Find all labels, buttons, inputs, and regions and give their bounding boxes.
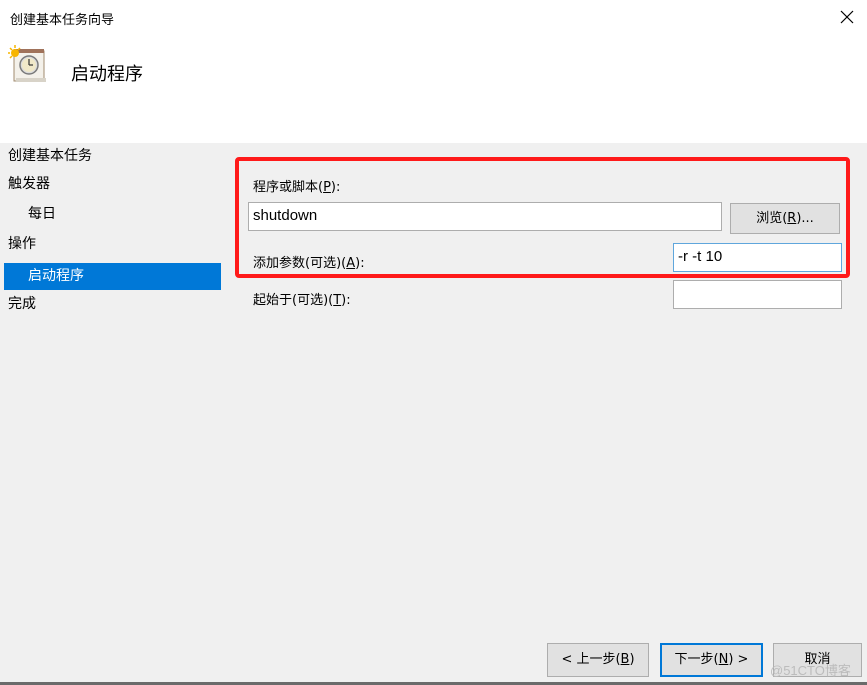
sidebar-item-daily[interactable]: 每日 [4,201,221,228]
arguments-label: 添加参数(可选)(A): [253,256,365,271]
program-script-input[interactable]: shutdown [248,202,722,231]
sidebar-item-create-basic-task[interactable]: 创建基本任务 [4,143,221,170]
arguments-input[interactable]: -r -t 10 [673,243,842,272]
sidebar-item-start-program[interactable]: 启动程序 [4,263,221,290]
page-heading: 启动程序 [71,64,143,85]
sidebar-item-finish[interactable]: 完成 [4,291,221,318]
wizard-header: 创建基本任务向导 启动程序 [0,0,867,143]
browse-button[interactable]: 浏览(R)... [730,203,840,234]
back-button[interactable]: < 上一步(B) [547,643,649,677]
start-in-input[interactable] [673,280,842,309]
window-title: 创建基本任务向导 [10,13,115,28]
close-icon[interactable] [836,6,858,28]
scheduled-task-clock-icon [8,45,46,82]
sidebar-item-trigger[interactable]: 触发器 [4,171,221,198]
start-in-label: 起始于(可选)(T): [253,293,351,308]
program-script-label: 程序或脚本(P): [253,180,341,195]
watermark: @51CTO博客 [770,663,851,678]
sidebar-item-action[interactable]: 操作 [4,231,221,258]
next-button[interactable]: 下一步(N) > [660,643,763,677]
